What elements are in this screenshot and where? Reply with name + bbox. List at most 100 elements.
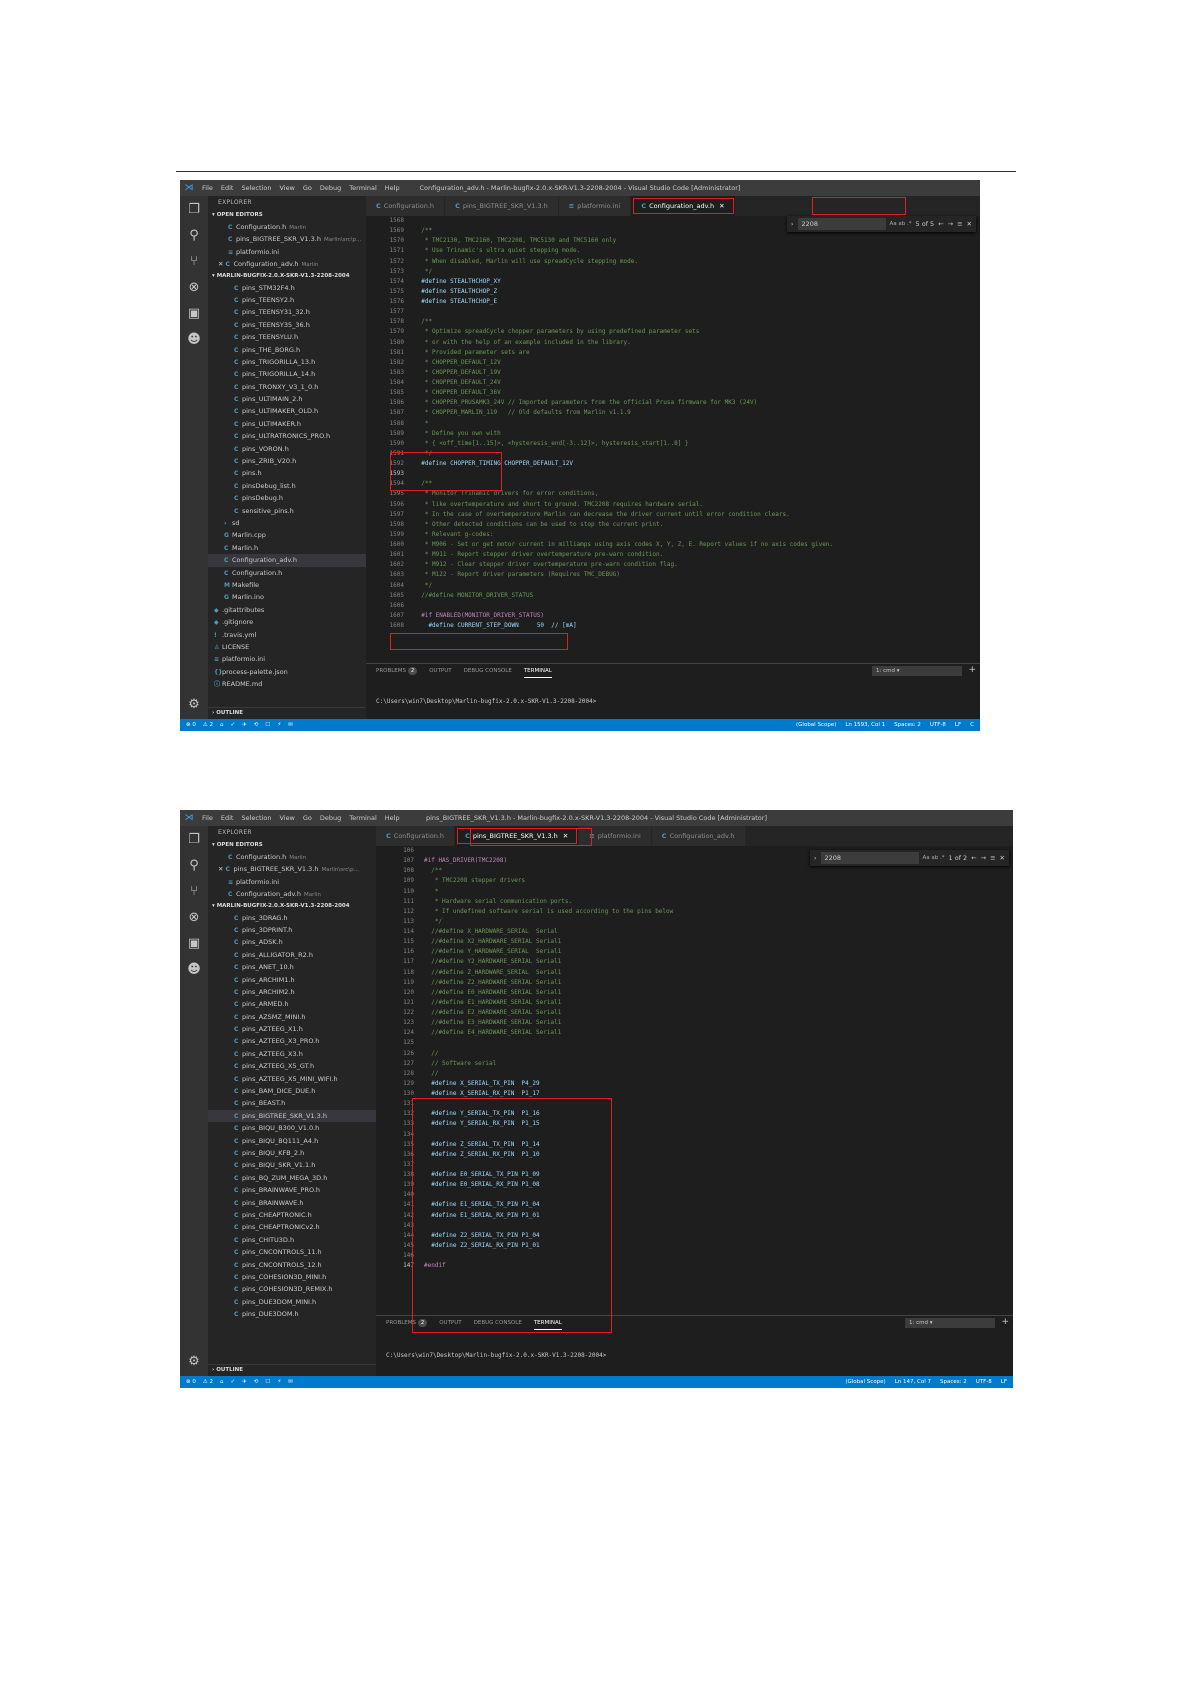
menu-go[interactable]: Go <box>303 184 312 192</box>
menu-edit[interactable]: Edit <box>221 814 234 822</box>
find-toggle-replace-icon[interactable]: › <box>814 854 817 862</box>
file-tree-item[interactable]: Cpins_TEENSY31_32.h <box>208 306 366 318</box>
find-prev-icon[interactable]: ← <box>938 220 943 228</box>
file-tree-item[interactable]: Cpins_BIQU_KFB_2.h <box>208 1147 376 1159</box>
source-control-icon[interactable]: ⑂ <box>180 878 208 904</box>
status-item[interactable]: C <box>970 722 974 728</box>
open-editor-item[interactable]: ✕ Cpins_BIGTREE_SKR_V1.3.h Marlin\src\p..… <box>208 863 376 875</box>
file-tree-item[interactable]: Cpins_AZTEEG_X1.h <box>208 1023 376 1035</box>
close-icon[interactable]: ✕ <box>719 202 724 210</box>
platformio-toolbar-icon[interactable]: ✉ <box>288 722 293 728</box>
file-tree-item[interactable]: Cpins_CNCONTROLS_11.h <box>208 1246 376 1258</box>
menu-file[interactable]: File <box>202 184 213 192</box>
open-editor-item[interactable]: ≡ platformio.ini <box>208 876 376 888</box>
file-tree-item[interactable]: Cpins_BRAINWAVE_PRO.h <box>208 1184 376 1196</box>
file-tree-item[interactable]: Cpins_CHITU3D.h <box>208 1234 376 1246</box>
status-item[interactable]: UTF-8 <box>976 1379 992 1385</box>
file-tree-item[interactable]: Cpins_VORON.h <box>208 443 366 455</box>
new-terminal-icon[interactable]: + <box>968 665 976 675</box>
close-icon[interactable]: ✕ <box>563 832 568 840</box>
platformio-toolbar-icon[interactable]: ⌂ <box>220 722 224 728</box>
menu-help[interactable]: Help <box>385 184 400 192</box>
debug-icon[interactable]: ⊗ <box>180 274 208 300</box>
status-item[interactable]: LF <box>1001 1379 1007 1385</box>
find-close-icon[interactable]: ✕ <box>967 220 972 228</box>
file-tree-item[interactable]: Cpins_TEENSY35_36.h <box>208 319 366 331</box>
file-tree-item[interactable]: Cpins_STM32F4.h <box>208 282 366 294</box>
file-tree-item[interactable]: Cpins_BIQU_B300_V1.0.h <box>208 1122 376 1134</box>
open-editor-item[interactable]: C Configuration.h Marlin <box>208 221 366 233</box>
file-tree-item[interactable]: CpinsDebug_list.h <box>208 480 366 492</box>
status-item[interactable]: (Global Scope) <box>796 722 836 728</box>
editor-tab[interactable]: C Configuration.h <box>366 196 446 216</box>
editor-tab[interactable]: Cpins_BIGTREE_SKR_V1.3.h ✕ <box>455 826 580 846</box>
code-view[interactable]: 106 107 #if HAS_DRIVER(TMC2208) 108 /** 109 … <box>376 846 1013 1271</box>
find-prev-icon[interactable]: ← <box>971 854 976 862</box>
outline-header[interactable]: › OUTLINE <box>208 1364 376 1376</box>
terminal-select[interactable]: 1: cmd ▾ <box>872 666 962 676</box>
open-editors-header[interactable]: ▾ OPEN EDITORS <box>208 210 366 221</box>
open-editor-item[interactable]: Cpins_BIGTREE_SKR_V1.3.h Marlin\src\p... <box>208 233 366 245</box>
file-tree-item[interactable]: Cpins_DUE3DOM.h <box>208 1308 376 1320</box>
explorer-icon[interactable]: ❐ <box>180 196 208 222</box>
file-tree-item[interactable]: ⓘ README.md <box>208 678 366 690</box>
file-tree-item[interactable]: Cpins_ALLIGATOR_R2.h <box>208 949 376 961</box>
platformio-toolbar-icon[interactable]: ⟲ <box>254 722 259 728</box>
editor-tab[interactable]: ≡ platformio.ini <box>579 826 652 846</box>
file-tree-item[interactable]: G Marlin.ino <box>208 591 366 603</box>
find-next-icon[interactable]: → <box>948 220 953 228</box>
file-tree-item[interactable]: ◆ .gitattributes <box>208 604 366 616</box>
panel-tab-debug-console[interactable]: DEBUG CONSOLE <box>464 664 512 678</box>
file-tree-item[interactable]: Cpins_BRAINWAVE.h <box>208 1197 376 1209</box>
file-tree-item[interactable]: Cpins_ULTRATRONICS_PRO.h <box>208 430 366 442</box>
file-tree-item[interactable]: Cpins_ARCHIM2.h <box>208 986 376 998</box>
platformio-toolbar-icon[interactable]: ✈ <box>242 1379 247 1385</box>
menu-go[interactable]: Go <box>303 814 312 822</box>
file-tree-item[interactable]: ◆ .gitignore <box>208 616 366 628</box>
editor-tab[interactable]: ≡ platformio.ini <box>558 196 632 216</box>
file-tree-item[interactable]: Cpins_AZTEEG_X5_MINI_WIFI.h <box>208 1073 376 1085</box>
file-tree-item[interactable]: C Configuration_adv.h <box>208 554 366 567</box>
status-item[interactable]: UTF-8 <box>930 722 946 728</box>
find-options[interactable]: Aa ab .* <box>890 221 912 227</box>
search-icon[interactable]: ⚲ <box>180 222 208 248</box>
file-tree-item[interactable]: Cpins_BQ_ZUM_MEGA_3D.h <box>208 1172 376 1184</box>
find-selection-icon[interactable]: ≡ <box>957 220 962 228</box>
file-tree-item[interactable]: Cpins_AZSMZ_MINI.h <box>208 1011 376 1023</box>
settings-gear-icon[interactable]: ⚙ <box>180 1348 208 1374</box>
status-item[interactable]: Ln 147, Col 7 <box>895 1379 931 1385</box>
status-item[interactable]: LF <box>955 722 961 728</box>
find-close-icon[interactable]: ✕ <box>1000 854 1005 862</box>
file-tree-item[interactable]: Cpins_3DPRINT.h <box>208 924 376 936</box>
outline-header[interactable]: › OUTLINE <box>208 707 366 719</box>
file-tree-item[interactable]: Cpins_ARMED.h <box>208 998 376 1010</box>
file-tree-item[interactable]: Cpins_TRIGORILLA_14.h <box>208 368 366 380</box>
errors-count[interactable]: ⊗ 0 <box>186 1379 196 1385</box>
menu-edit[interactable]: Edit <box>221 184 234 192</box>
warnings-count[interactable]: ⚠ 2 <box>203 722 213 728</box>
workspace-folder-header[interactable]: ▾ MARLIN-BUGFIX-2.0.X-SKR-V1.3-2208-2004 <box>208 901 376 912</box>
file-tree-item[interactable]: › sd <box>208 517 366 529</box>
panel-tab-problems[interactable]: PROBLEMS 2 <box>376 664 418 678</box>
file-tree-item[interactable]: Cpins_ZRIB_V20.h <box>208 455 366 467</box>
errors-count[interactable]: ⊗ 0 <box>186 722 196 728</box>
file-tree-item[interactable]: Cpins_BEAST.h <box>208 1097 376 1109</box>
file-tree-item[interactable]: M Makefile <box>208 579 366 591</box>
file-tree-item[interactable]: Cpins_COHESION3D_MINI.h <box>208 1271 376 1283</box>
file-tree-item[interactable]: ! .travis.yml <box>208 629 366 641</box>
platformio-toolbar-icon[interactable]: ✉ <box>288 1379 293 1385</box>
open-editors-header[interactable]: ▾ OPEN EDITORS <box>208 840 376 851</box>
extensions-icon[interactable]: ▣ <box>180 930 208 956</box>
file-tree-item[interactable]: Cpins_3DRAG.h <box>208 912 376 924</box>
file-tree-item[interactable]: Cpins_BIQU_SKR_V1.1.h <box>208 1159 376 1171</box>
panel-tab-output[interactable]: OUTPUT <box>429 664 451 678</box>
platformio-toolbar-icon[interactable]: ⌂ <box>220 1379 224 1385</box>
terminal-select[interactable]: 1: cmd ▾ <box>905 1318 995 1328</box>
file-tree-item[interactable]: Csensitive_pins.h <box>208 505 366 517</box>
code-view[interactable]: 1568 1569 /** 1570 * TMC2130, TMC2160, TMC… <box>366 216 980 631</box>
menu-terminal[interactable]: Terminal <box>349 184 376 192</box>
menu-selection[interactable]: Selection <box>241 184 271 192</box>
menu-file[interactable]: File <box>202 814 213 822</box>
warnings-count[interactable]: ⚠ 2 <box>203 1379 213 1385</box>
workspace-folder-header[interactable]: ▾ MARLIN-BUGFIX-2.0.X-SKR-V1.3-2208-2004 <box>208 271 366 282</box>
